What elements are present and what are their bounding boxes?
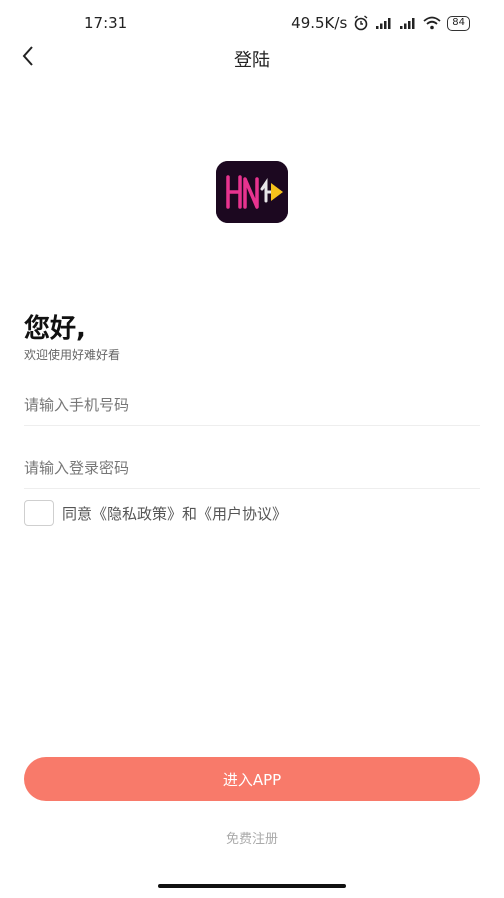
password-input[interactable]	[24, 449, 480, 487]
agree-checkbox[interactable]	[24, 500, 54, 526]
greeting-subtitle: 欢迎使用好难好看	[24, 348, 121, 362]
password-field	[24, 449, 480, 489]
app-logo	[216, 161, 288, 223]
user-agreement-link[interactable]: 《用户协议》	[197, 503, 287, 524]
signal-icon	[375, 16, 393, 30]
nav-bar: 登陆	[0, 40, 504, 76]
status-time: 17:31	[84, 14, 128, 32]
signal-hd-icon	[399, 16, 417, 30]
status-indicators: 49.5K/s 84	[291, 14, 470, 32]
phone-input[interactable]	[24, 386, 480, 424]
page-title: 登陆	[234, 50, 270, 71]
home-indicator	[158, 884, 346, 888]
agree-and: 和	[182, 504, 198, 523]
agreement-text: 同意 《隐私政策》 和 《用户协议》	[62, 503, 287, 524]
network-speed: 49.5K/s	[291, 14, 348, 32]
status-bar: 17:31 49.5K/s 84	[0, 0, 504, 44]
agree-prefix: 同意	[62, 504, 93, 523]
battery-icon: 84	[447, 15, 470, 31]
privacy-policy-link[interactable]: 《隐私政策》	[92, 503, 182, 524]
agreement-row: 同意 《隐私政策》 和 《用户协议》	[24, 500, 287, 526]
alarm-icon	[353, 15, 369, 31]
enter-app-button[interactable]: 进入APP	[24, 757, 480, 801]
free-register-link[interactable]: 免费注册	[0, 828, 504, 847]
phone-field	[24, 386, 480, 426]
wifi-icon	[423, 16, 441, 30]
greeting-title: 您好,	[24, 314, 86, 344]
